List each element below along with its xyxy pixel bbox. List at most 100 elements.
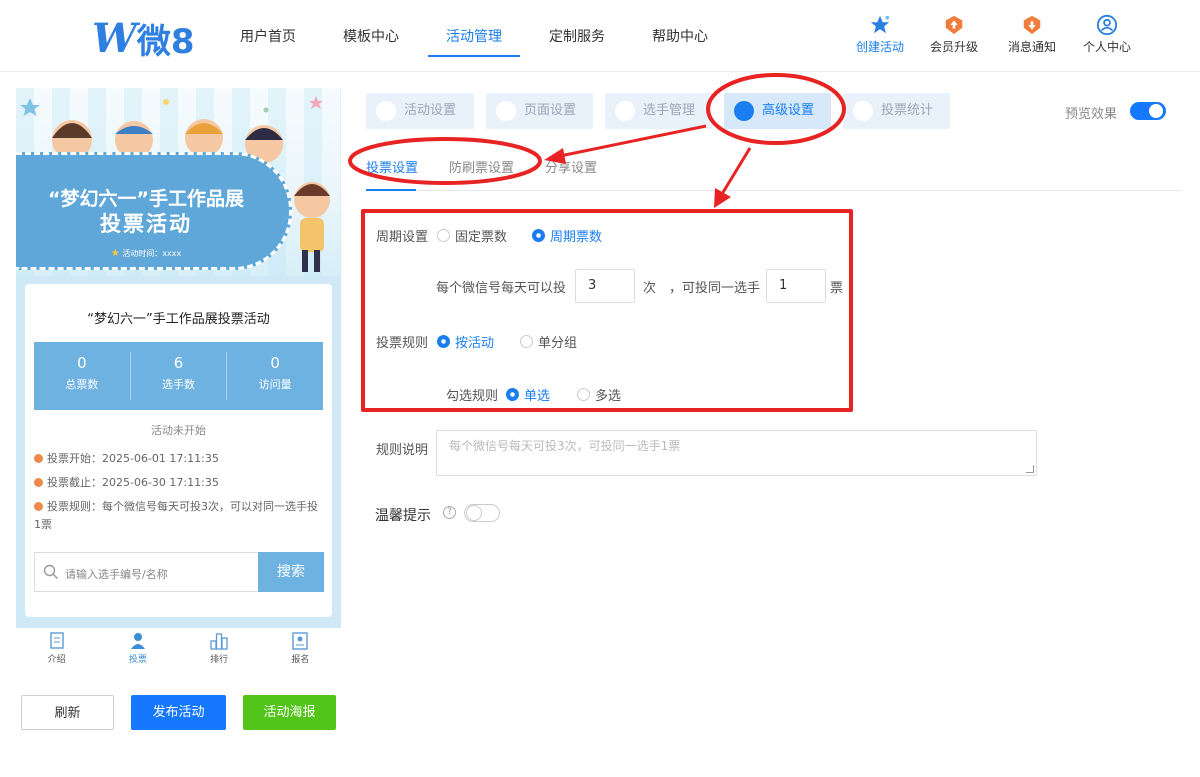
annotation-arrowhead-down bbox=[714, 188, 731, 208]
nav-template-center[interactable]: 模板中心 bbox=[343, 26, 399, 46]
member-upgrade-label: 会员升级 bbox=[929, 40, 978, 54]
ranking-icon bbox=[210, 633, 228, 650]
help-question-icon[interactable]: ? bbox=[443, 506, 456, 519]
tab-advanced-settings[interactable]: 高级设置 bbox=[724, 93, 831, 129]
top-navbar: W 微8 用户首页 模板中心 活动管理 定制服务 帮助中心 创建活动 会员升级 … bbox=[0, 0, 1200, 72]
user-icon bbox=[1096, 14, 1118, 36]
activity-poster-button[interactable]: 活动海报 bbox=[243, 695, 336, 730]
toggle-knob bbox=[1149, 104, 1163, 118]
tab-label: 投票统计 bbox=[881, 103, 934, 118]
stat-value: 6 bbox=[173, 354, 184, 372]
banner-time: ★ 活动时间：xxxx bbox=[16, 248, 276, 259]
brand-logo[interactable]: W 微8 bbox=[92, 14, 195, 63]
warm-tips-label: 温馨提示 bbox=[375, 508, 431, 524]
subtab-vote-settings[interactable]: 投票设置 bbox=[366, 157, 418, 176]
document-icon bbox=[49, 632, 64, 649]
textarea-placeholder: 每个微信号每天可投3次，可投同一选手1票 bbox=[449, 439, 681, 453]
activity-title: “梦幻六一”手工作品展投票活动 bbox=[87, 312, 270, 327]
annotation-highlight-box bbox=[361, 209, 853, 412]
stats-panel: 0 总票数 6 选手数 0 访问量 bbox=[34, 342, 323, 410]
resize-grip-icon[interactable] bbox=[1026, 465, 1034, 473]
personal-center-label: 个人中心 bbox=[1082, 40, 1131, 54]
toggle-knob bbox=[467, 506, 481, 520]
rule-description-label: 规则说明 bbox=[376, 443, 429, 458]
upgrade-badge-icon bbox=[945, 15, 963, 35]
message-notification-button[interactable]: 消息通知 bbox=[997, 14, 1067, 55]
activity-info-card: “梦幻六一”手工作品展投票活动 0 总票数 6 选手数 0 访问量 活动未开始 … bbox=[25, 284, 332, 617]
vote-end-line: 投票截止：2025-06-30 17:11:35 bbox=[34, 474, 324, 492]
player-search-input[interactable]: 请输入选手编号/名称 bbox=[34, 552, 258, 592]
stat-visits: 0 访问量 bbox=[227, 352, 323, 400]
mobile-preview: “梦幻六一”手工作品展 投票活动 ★ 活动时间：xxxx “梦幻六一”手工作品展… bbox=[16, 88, 341, 628]
subtab-divider bbox=[366, 190, 1182, 191]
logo-w-mark: W bbox=[92, 15, 137, 62]
activity-status: 活动未开始 bbox=[151, 424, 206, 437]
tabbar-vote[interactable]: 投票 bbox=[97, 628, 178, 670]
stats-icon bbox=[853, 101, 873, 121]
warm-tips-toggle[interactable] bbox=[464, 504, 500, 522]
search-icon bbox=[43, 564, 58, 579]
sliders-icon bbox=[734, 101, 754, 121]
preview-effect-label: 预览效果 bbox=[1065, 107, 1118, 122]
search-placeholder: 请输入选手编号/名称 bbox=[65, 568, 168, 581]
nav-help-center[interactable]: 帮助中心 bbox=[652, 26, 708, 46]
vote-start-line: 投票开始：2025-06-01 17:11:35 bbox=[34, 450, 324, 468]
banner-title-line1: “梦幻六一”手工作品展 bbox=[48, 188, 244, 210]
vote-rule-line: 投票规则：每个微信号每天可投3次，可以对同一选手投1票 bbox=[34, 498, 324, 534]
preview-banner: “梦幻六一”手工作品展 投票活动 ★ 活动时间：xxxx bbox=[16, 88, 341, 276]
annotation-arrow-line-left bbox=[559, 124, 707, 158]
tab-activity-settings[interactable]: 活动设置 bbox=[366, 93, 474, 129]
tab-page-settings[interactable]: 页面设置 bbox=[486, 93, 593, 129]
tabbar-label: 介绍 bbox=[47, 655, 66, 665]
heart-icon bbox=[376, 101, 396, 121]
tabbar-signup[interactable]: 报名 bbox=[260, 628, 341, 670]
tab-label: 活动设置 bbox=[404, 103, 457, 118]
refresh-button[interactable]: 刷新 bbox=[21, 695, 114, 730]
vote-end-text: 投票截止：2025-06-30 17:11:35 bbox=[47, 476, 219, 489]
bullet-dot-icon bbox=[34, 478, 43, 487]
signup-card-icon bbox=[292, 632, 309, 650]
search-button[interactable]: 搜索 bbox=[258, 552, 324, 592]
banner-title-line2: 投票活动 bbox=[100, 212, 192, 236]
preview-effect-toggle[interactable] bbox=[1130, 102, 1166, 120]
star-icon bbox=[870, 15, 890, 34]
tabbar-label: 报名 bbox=[291, 655, 310, 665]
tabbar-intro[interactable]: 介绍 bbox=[16, 628, 97, 670]
star-icon: ★ bbox=[110, 248, 120, 259]
stat-value: 0 bbox=[77, 354, 87, 372]
subtab-active-underline bbox=[366, 189, 416, 191]
nav-custom-service[interactable]: 定制服务 bbox=[549, 26, 605, 46]
nav-active-underline bbox=[428, 55, 520, 57]
create-activity-button[interactable]: 创建活动 bbox=[845, 14, 915, 55]
stat-value: 0 bbox=[270, 354, 280, 372]
create-activity-label: 创建活动 bbox=[855, 40, 904, 54]
tabbar-label: 排行 bbox=[210, 655, 229, 665]
tab-label: 高级设置 bbox=[762, 103, 815, 118]
member-upgrade-button[interactable]: 会员升级 bbox=[919, 14, 989, 55]
stat-label: 选手数 bbox=[162, 378, 195, 391]
nav-user-home[interactable]: 用户首页 bbox=[240, 26, 296, 46]
subtab-share-settings[interactable]: 分享设置 bbox=[545, 157, 597, 176]
tab-vote-statistics[interactable]: 投票统计 bbox=[843, 93, 950, 129]
tabbar-ranking[interactable]: 排行 bbox=[179, 628, 260, 670]
subtab-anti-fraud-settings[interactable]: 防刷票设置 bbox=[449, 157, 514, 176]
tab-label: 页面设置 bbox=[524, 103, 577, 118]
tab-label: 选手管理 bbox=[643, 103, 696, 118]
publish-activity-button[interactable]: 发布活动 bbox=[131, 695, 226, 730]
vote-rule-text: 投票规则：每个微信号每天可投3次，可以对同一选手投1票 bbox=[34, 500, 318, 531]
rule-description-textarea[interactable]: 每个微信号每天可投3次，可投同一选手1票 bbox=[436, 430, 1037, 476]
tab-player-management[interactable]: 选手管理 bbox=[605, 93, 712, 129]
stat-label: 访问量 bbox=[258, 378, 292, 391]
annotation-arrow-line-down bbox=[720, 147, 752, 195]
bullet-dot-icon bbox=[34, 502, 43, 511]
bullet-dot-icon bbox=[34, 454, 43, 463]
person-icon bbox=[615, 101, 635, 121]
personal-center-button[interactable]: 个人中心 bbox=[1072, 14, 1142, 55]
stat-label: 总票数 bbox=[65, 378, 99, 391]
tabbar-label: 投票 bbox=[128, 655, 147, 665]
banner-time-text: 活动时间：xxxx bbox=[122, 249, 182, 258]
notification-badge-icon bbox=[1023, 15, 1041, 35]
stat-total-votes: 0 总票数 bbox=[34, 352, 131, 400]
nav-activity-management[interactable]: 活动管理 bbox=[446, 26, 502, 46]
page-icon bbox=[496, 101, 516, 121]
